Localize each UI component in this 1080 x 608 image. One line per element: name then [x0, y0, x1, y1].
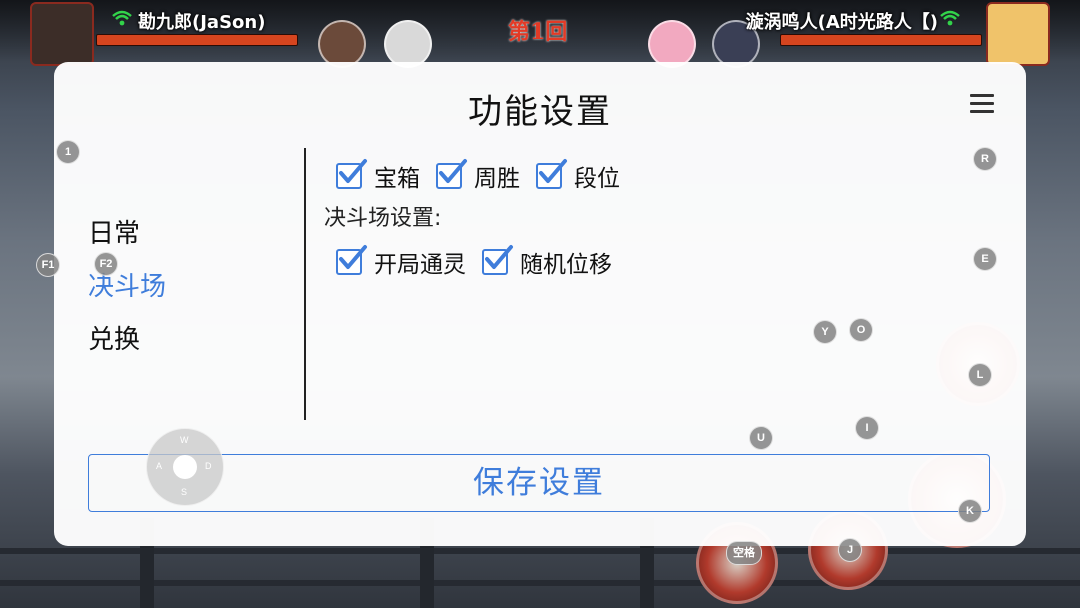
menu-icon[interactable]: [970, 94, 994, 114]
movement-joystick[interactable]: W A D S: [146, 428, 224, 506]
floor-stripe: [0, 580, 1080, 586]
key-hint-l: L: [968, 363, 992, 387]
checkbox-label: 开局通灵: [374, 252, 466, 278]
key-hint-k: K: [958, 499, 982, 523]
checkbox-label: 随机位移: [520, 252, 612, 278]
floor-stripe: [0, 548, 1080, 554]
key-hint-f1: F1: [36, 253, 60, 277]
checkbox-weekly-wins[interactable]: 周胜: [436, 159, 520, 193]
key-hint-y: Y: [813, 320, 837, 344]
checkbox-checked-icon: [336, 245, 367, 275]
key-hint-j: J: [838, 538, 862, 562]
joystick-knob[interactable]: [173, 455, 197, 479]
ally-portrait: [318, 20, 366, 68]
wifi-icon: [940, 10, 960, 26]
dialog-title: 功能设置: [468, 92, 612, 132]
vertical-divider: [304, 148, 306, 420]
key-hint-i: I: [855, 416, 879, 440]
joystick-down-label: S: [181, 487, 188, 497]
key-hint-space: 空格: [726, 541, 762, 565]
checkbox-checked-icon: [336, 159, 367, 189]
key-hint-r: R: [973, 147, 997, 171]
checkbox-opening-summon[interactable]: 开局通灵: [336, 245, 466, 279]
arena-section-label: 决斗场设置:: [324, 206, 442, 231]
menu-icon-line: [970, 94, 994, 97]
menu-icon-line: [970, 102, 994, 105]
checkbox-checked-icon: [436, 159, 467, 189]
player-right-hp-bar: [780, 34, 982, 46]
checkbox-label: 段位: [574, 166, 620, 192]
daily-options-row: 宝箱 周胜 段位: [336, 156, 960, 196]
joystick-right-label: D: [205, 461, 212, 471]
key-hint-u: U: [749, 426, 773, 450]
checkbox-checked-icon: [482, 245, 513, 275]
ally-portrait: [384, 20, 432, 68]
key-hint-o: O: [849, 318, 873, 342]
player-left-name: 勘九郎(JaSon): [138, 12, 266, 33]
checkbox-random-move[interactable]: 随机位移: [482, 245, 612, 279]
key-hint-e: E: [973, 247, 997, 271]
nav-item-exchange[interactable]: 兑换: [88, 314, 288, 367]
nav-item-daily[interactable]: 日常: [88, 208, 288, 261]
joystick-up-label: W: [180, 435, 189, 445]
checkbox-label: 周胜: [474, 166, 520, 192]
player-right-portrait: [986, 2, 1050, 66]
side-nav: 日常 决斗场 兑换: [88, 208, 288, 367]
checkbox-treasure[interactable]: 宝箱: [336, 159, 420, 193]
checkbox-checked-icon: [536, 159, 567, 189]
key-hint-1: 1: [56, 140, 80, 164]
enemy-portrait: [648, 20, 696, 68]
checkbox-label: 宝箱: [374, 166, 420, 192]
menu-icon-line: [970, 110, 994, 113]
checkbox-rank[interactable]: 段位: [536, 159, 620, 193]
nav-item-arena[interactable]: 决斗场: [88, 261, 288, 314]
joystick-left-label: A: [156, 461, 163, 471]
key-hint-f2: F2: [94, 252, 118, 276]
player-right-name: 漩涡鸣人(A时光路人【): [745, 12, 938, 33]
player-left-portrait: [30, 2, 94, 66]
player-left-hp-bar: [96, 34, 298, 46]
arena-options-row: 开局通灵 随机位移: [336, 242, 960, 282]
wifi-icon: [112, 10, 132, 26]
round-label: 第1回: [508, 19, 568, 45]
settings-content: 宝箱 周胜 段位 决斗场设置: 开局通灵 随机位移: [320, 156, 960, 282]
